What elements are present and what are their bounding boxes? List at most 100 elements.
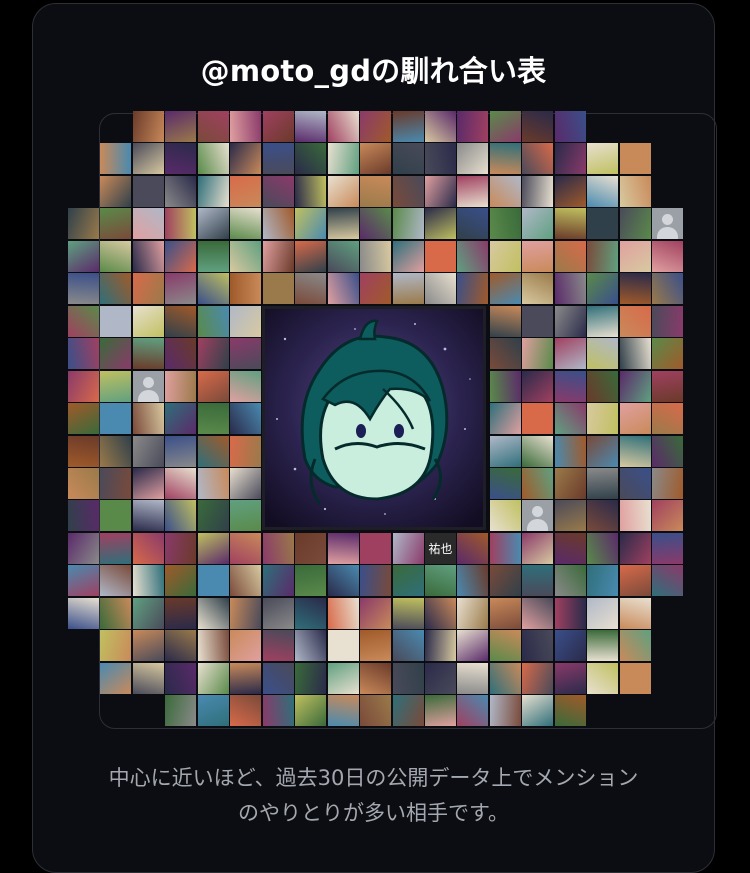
avatar-tile	[165, 435, 197, 467]
avatar-tile	[230, 403, 262, 435]
avatar-tile	[100, 338, 132, 370]
avatar-tile	[457, 240, 489, 272]
avatar-tile	[230, 662, 262, 694]
avatar-tile	[165, 565, 197, 597]
avatar-tile	[230, 143, 262, 175]
avatar-tile	[327, 175, 359, 207]
avatar-tile	[360, 662, 392, 694]
avatar-tile	[132, 175, 164, 207]
avatar-tile	[554, 111, 586, 142]
avatar-tile	[295, 175, 327, 207]
avatar-tile	[100, 630, 132, 662]
avatar-tile	[619, 662, 651, 694]
avatar-tile	[327, 240, 359, 272]
avatar-tile	[165, 630, 197, 662]
avatar-tile	[457, 597, 489, 629]
avatar-tile	[197, 273, 229, 305]
avatar-tile	[652, 370, 684, 402]
avatar-tile	[165, 532, 197, 564]
avatar-tile	[554, 240, 586, 272]
avatar-tile	[522, 370, 554, 402]
avatar-tile	[100, 143, 132, 175]
avatar-tile	[554, 175, 586, 207]
avatar-tile	[522, 532, 554, 564]
default-avatar-icon	[132, 370, 164, 402]
avatar-tile	[522, 143, 554, 175]
avatar-tile	[100, 467, 132, 499]
description-line-1: 中心に近いほど、過去30日の公開データ上でメンション	[108, 766, 639, 790]
avatar-tile	[262, 111, 294, 142]
avatar-tile	[360, 111, 392, 142]
avatar-tile	[100, 273, 132, 305]
avatar-tile	[360, 240, 392, 272]
card-title: @moto_gdの馴れ合い表	[200, 54, 547, 88]
avatar-tile	[68, 240, 99, 272]
avatar-tile	[262, 240, 294, 272]
avatar-tile	[165, 467, 197, 499]
avatar-tile	[392, 597, 424, 629]
avatar-tile	[165, 208, 197, 240]
avatar-tile	[619, 175, 651, 207]
avatar-tile	[554, 338, 586, 370]
avatar-tile	[197, 240, 229, 272]
avatar-tile	[230, 500, 262, 532]
avatar-tile	[554, 597, 586, 629]
avatar-tile	[100, 565, 132, 597]
avatar-tile	[457, 630, 489, 662]
avatar-tile	[424, 111, 456, 142]
center-avatar	[262, 306, 486, 530]
avatar-tile	[392, 273, 424, 305]
avatar-tile	[295, 630, 327, 662]
avatar-tile	[132, 240, 164, 272]
avatar-tile	[327, 597, 359, 629]
avatar-tile	[197, 630, 229, 662]
avatar-tile	[489, 467, 521, 499]
avatar-tile	[619, 143, 651, 175]
avatar-tile	[165, 597, 197, 629]
avatar-tile	[619, 305, 651, 337]
avatar-tile	[554, 273, 586, 305]
avatar-tile	[489, 111, 521, 142]
avatar-tile	[262, 630, 294, 662]
avatar-tile	[262, 597, 294, 629]
avatar-tile	[424, 273, 456, 305]
avatar-tile	[489, 305, 521, 337]
avatar-tile	[262, 273, 294, 305]
avatar-tile	[165, 175, 197, 207]
avatar-tile	[165, 143, 197, 175]
avatar-tile	[522, 111, 554, 142]
avatar-tile	[392, 175, 424, 207]
avatar-tile	[554, 305, 586, 337]
avatar-tile	[392, 532, 424, 564]
avatar-tile	[587, 565, 619, 597]
avatar-tile	[197, 338, 229, 370]
avatar-tile	[100, 597, 132, 629]
avatar-tile	[392, 630, 424, 662]
avatar-tile	[652, 305, 684, 337]
avatar-tile	[262, 208, 294, 240]
avatar-tile	[619, 467, 651, 499]
avatar-tile	[230, 467, 262, 499]
avatar-tile	[652, 240, 684, 272]
avatar-tile	[100, 208, 132, 240]
avatar-tile	[619, 208, 651, 240]
avatar-tile	[100, 500, 132, 532]
avatar-tile	[197, 662, 229, 694]
avatar-tile	[295, 662, 327, 694]
avatar-tile	[295, 597, 327, 629]
avatar-tile	[522, 305, 554, 337]
avatar-tile	[327, 111, 359, 142]
avatar-tile	[197, 175, 229, 207]
avatar-tile	[230, 240, 262, 272]
avatar-tile	[165, 273, 197, 305]
avatar-tile	[165, 695, 197, 727]
avatar-tile	[197, 111, 229, 142]
avatar-tile	[230, 370, 262, 402]
avatar-tile	[132, 565, 164, 597]
avatar-tile	[327, 630, 359, 662]
avatar-tile	[587, 500, 619, 532]
avatar-tile	[360, 532, 392, 564]
avatar-tile	[230, 597, 262, 629]
avatar-tile	[132, 597, 164, 629]
green-haired-character-icon	[265, 309, 483, 527]
